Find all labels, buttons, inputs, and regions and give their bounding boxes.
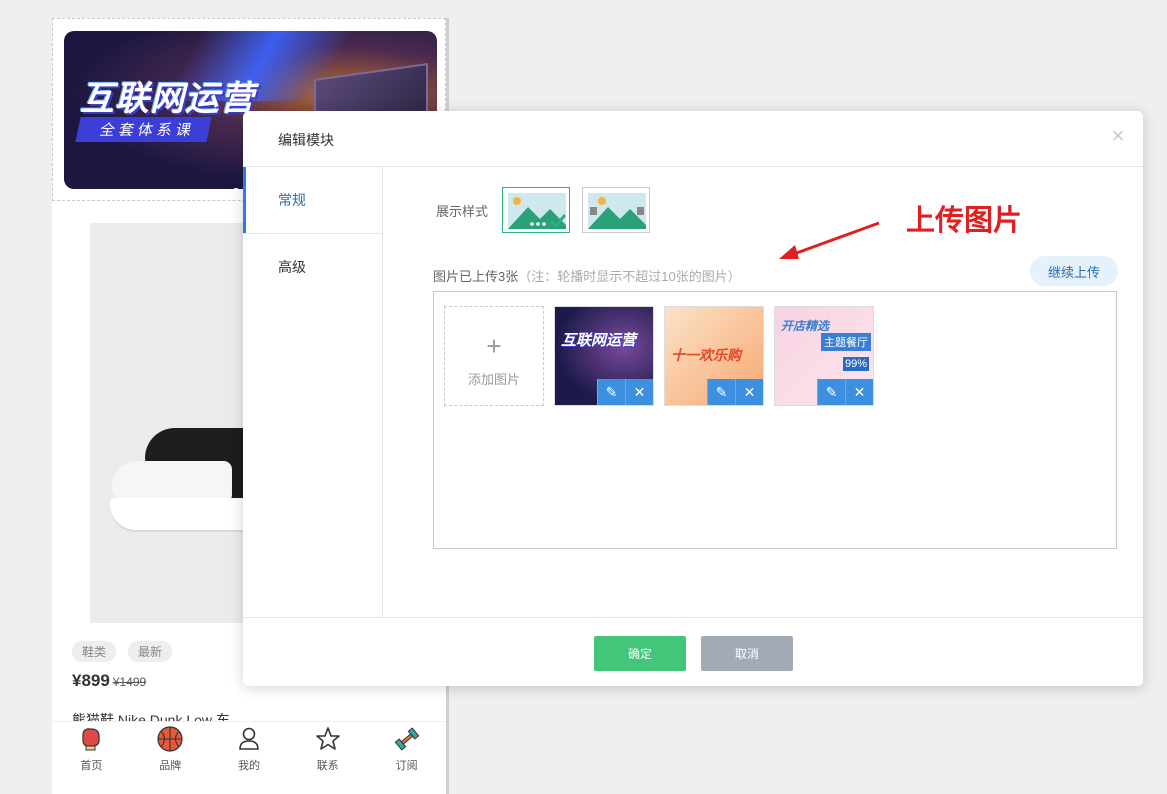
annotation-arrow-icon [779,221,880,259]
display-style-row: 展示样式 [436,187,662,233]
style-option-dots[interactable] [502,187,571,233]
bottom-tabbar: 首页 品牌 我的 联系 订阅 [52,721,446,794]
add-image-label: 添加图片 [467,372,520,387]
style-option-arrows[interactable] [582,187,651,233]
tab-home[interactable]: 首页 [56,722,126,794]
image-thumb-1[interactable]: 互联网运营 ✎ ✕ [554,306,654,406]
continue-upload-button[interactable]: 继续上传 [1030,256,1118,286]
dialog-content: 展示样式 上传图片 图片已上传3张（注：轮播时显示不超过10张的图片） 继续上传… [433,167,1118,617]
user-icon [234,724,264,754]
banner-subtitle: 全套体系课 [75,117,212,142]
dialog-footer: 确定 取消 [243,617,1143,687]
tab-label: 品牌 [159,760,182,772]
pencil-icon[interactable]: ✎ [817,379,845,405]
product-price: ¥899 ¥1499 [72,671,146,691]
thumb-caption-2: 主题餐厅 [821,333,871,351]
pencil-icon[interactable]: ✎ [597,379,625,405]
basketball-icon [155,724,185,754]
carousel-dot[interactable] [232,188,240,189]
cancel-button[interactable]: 取消 [701,636,793,671]
thumb-actions: ✎ ✕ [817,379,873,405]
tab-general-label: 常规 [278,192,306,208]
image-thumb-3[interactable]: 开店精选 主题餐厅 99% ✎ ✕ [774,306,874,406]
close-icon[interactable]: ✕ [625,379,653,405]
tab-mine[interactable]: 我的 [214,722,284,794]
thumb-caption: 互联网运营 [561,332,637,349]
dialog-side-nav: 常规 高级 [243,167,383,617]
product-tags: 鞋类 最新 [72,641,173,662]
plus-icon: + [486,331,502,361]
boxing-glove-icon [76,724,106,754]
tab-general[interactable]: 常规 [243,167,382,233]
thumb-caption: 开店精选 [781,319,830,333]
tag: 鞋类 [72,641,117,662]
tab-label: 我的 [237,760,260,772]
pencil-icon[interactable]: ✎ [707,379,735,405]
close-icon[interactable]: × [1107,125,1129,147]
thumb-actions: ✎ ✕ [707,379,763,405]
star-icon [313,724,343,754]
add-image-button[interactable]: + 添加图片 [444,306,544,406]
thumb-caption: 十一欢乐购 [671,347,741,363]
tab-contact[interactable]: 联系 [293,722,363,794]
dumbbell-icon [392,724,422,754]
tab-subscribe[interactable]: 订阅 [372,722,442,794]
image-upload-area: + 添加图片 互联网运营 ✎ ✕ 十一欢乐购 ✎ ✕ 开店精选 主题餐厅 99%… [433,291,1117,549]
confirm-button[interactable]: 确定 [594,636,686,671]
price-old: ¥1499 [112,675,147,689]
upload-note: （注：轮播时显示不超过10张的图片） [518,269,741,284]
dialog-title: 编辑模块 [278,132,334,148]
upload-count: 图片已上传3张 [433,269,519,284]
banner-title: 互联网运营 [80,80,255,118]
thumb-actions: ✎ ✕ [597,379,653,405]
tab-label: 订阅 [395,760,418,772]
tab-label: 联系 [316,760,339,772]
close-icon[interactable]: ✕ [845,379,873,405]
display-style-label: 展示样式 [436,203,489,219]
image-dots-icon [508,193,567,229]
dialog-header: 编辑模块 × [243,111,1143,167]
tag: 最新 [128,641,173,662]
close-icon[interactable]: ✕ [735,379,763,405]
tab-advanced[interactable]: 高级 [243,233,382,299]
shoe-panel [112,461,232,503]
upload-info: 图片已上传3张（注：轮播时显示不超过10张的图片） [433,266,741,285]
annotation-text: 上传图片 [906,205,1023,237]
image-thumb-2[interactable]: 十一欢乐购 ✎ ✕ [664,306,764,406]
thumb-percent: 99% [843,357,870,371]
tab-advanced-label: 高级 [278,259,306,275]
tab-brand[interactable]: 品牌 [135,722,205,794]
tab-label: 首页 [80,760,103,772]
image-arrows-icon [588,193,647,229]
price-now: ¥899 [72,671,110,690]
edit-module-dialog: 编辑模块 × 常规 高级 展示样式 上传图片 图片已上传3张（注：轮播时显示不超… [243,111,1143,686]
